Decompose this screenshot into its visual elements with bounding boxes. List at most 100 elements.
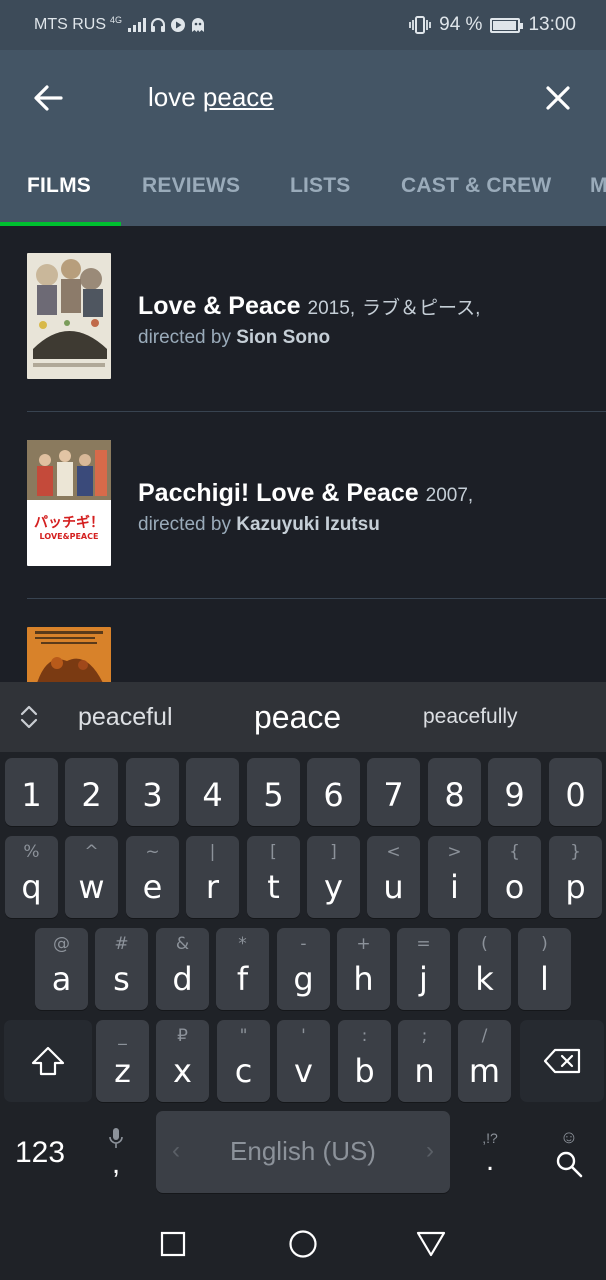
- film-result-row[interactable]: [0, 600, 606, 682]
- key-a[interactable]: @ a: [35, 928, 88, 1010]
- key-y[interactable]: ] y: [307, 836, 360, 918]
- key-secondary-label: ': [301, 1026, 306, 1046]
- search-input[interactable]: love peace: [148, 82, 274, 113]
- suggestion-bar: peaceful peace peacefully: [0, 682, 606, 752]
- search-key[interactable]: ☺: [536, 1112, 602, 1194]
- key-secondary-label: /: [481, 1026, 488, 1046]
- director-name[interactable]: Kazuyuki Izutsu: [236, 514, 380, 535]
- key-p[interactable]: } p: [549, 836, 602, 918]
- tab-films[interactable]: FILMS: [27, 174, 91, 198]
- key-b[interactable]: :b: [338, 1020, 391, 1102]
- home-button[interactable]: [283, 1224, 323, 1264]
- tab-cast-crew[interactable]: CAST & CREW: [401, 174, 551, 198]
- key-v[interactable]: ' v: [277, 1020, 330, 1102]
- key-label: z: [114, 1052, 131, 1090]
- key-t[interactable]: [t: [247, 836, 300, 918]
- key-label: o: [504, 868, 525, 906]
- key-label: c: [234, 1052, 253, 1090]
- key-label: d: [172, 960, 193, 998]
- back-nav-button[interactable]: [411, 1224, 451, 1264]
- key-label: n: [414, 1052, 435, 1090]
- key-z[interactable]: _ z: [96, 1020, 149, 1102]
- key-s[interactable]: # s: [95, 928, 148, 1010]
- key-u[interactable]: < u: [367, 836, 420, 918]
- tab-reviews[interactable]: REVIEWS: [142, 174, 240, 198]
- film-title-line: Love & Peace 2015, ラブ＆ピース,: [138, 292, 480, 321]
- key-n[interactable]: ; n: [398, 1020, 451, 1102]
- key-g[interactable]: -g: [277, 928, 330, 1010]
- microphone-icon: [109, 1128, 123, 1148]
- suggestion-peaceful[interactable]: peaceful: [78, 682, 173, 752]
- tab-lists[interactable]: LISTS: [290, 174, 351, 198]
- key-6[interactable]: 6: [307, 758, 360, 826]
- key-4[interactable]: 4: [186, 758, 239, 826]
- key-j[interactable]: = j: [397, 928, 450, 1010]
- key-secondary-label: ₽: [177, 1026, 188, 1046]
- key-label: m: [468, 1052, 501, 1090]
- comma-voice-key[interactable]: ,: [88, 1112, 144, 1194]
- carrier-label: MTS RUS: [34, 16, 106, 33]
- search-icon: [556, 1151, 583, 1178]
- key-8[interactable]: 8: [428, 758, 481, 826]
- battery-fill: [493, 20, 516, 30]
- status-right: 94 % 13:00: [409, 14, 576, 36]
- space-key-label: English (US): [230, 1136, 376, 1166]
- film-year: 2015,: [307, 298, 356, 319]
- poster-title-text: パッチギ！: [34, 515, 104, 531]
- suggestion-peacefully[interactable]: peacefully: [423, 682, 518, 752]
- key-k[interactable]: (k: [458, 928, 511, 1010]
- key-secondary-label: >: [447, 842, 462, 862]
- film-director-line: directed by Sion Sono: [138, 327, 480, 349]
- key-h[interactable]: + h: [337, 928, 390, 1010]
- suggestion-peace[interactable]: peace: [254, 682, 341, 752]
- space-key[interactable]: ‹ English (US) ›: [156, 1111, 450, 1193]
- key-7[interactable]: 7: [367, 758, 420, 826]
- key-1[interactable]: 1: [5, 758, 58, 826]
- film-result-row[interactable]: Love & Peace 2015, ラブ＆ピース, directed by S…: [0, 226, 606, 413]
- key-label: y: [324, 868, 343, 906]
- signal-icon: [128, 18, 147, 32]
- key-m[interactable]: / m: [458, 1020, 511, 1102]
- triangle-back-icon: [416, 1231, 446, 1257]
- key-c[interactable]: " c: [217, 1020, 270, 1102]
- key-r[interactable]: | r: [186, 836, 239, 918]
- shift-key[interactable]: [4, 1020, 92, 1102]
- clear-search-button[interactable]: [538, 78, 578, 118]
- search-results: Love & Peace 2015, ラブ＆ピース, directed by S…: [0, 226, 606, 682]
- key-e[interactable]: ~ e: [126, 836, 179, 918]
- key-secondary-label: ): [541, 934, 548, 954]
- network-type: 4G: [110, 15, 123, 25]
- key-f[interactable]: * f: [216, 928, 269, 1010]
- key-i[interactable]: > i: [428, 836, 481, 918]
- suggestion-expand-button[interactable]: [16, 704, 42, 730]
- recents-button[interactable]: [153, 1224, 193, 1264]
- result-divider: [27, 411, 606, 412]
- directed-by-label: directed by: [138, 327, 231, 348]
- key-2[interactable]: 2: [65, 758, 118, 826]
- key-q[interactable]: % q: [5, 836, 58, 918]
- film-info: Love & Peace 2015, ラブ＆ピース, directed by S…: [138, 292, 480, 349]
- key-d[interactable]: & d: [156, 928, 209, 1010]
- period-key[interactable]: ,!? .: [462, 1112, 518, 1194]
- film-result-row[interactable]: パッチギ！ LOVE&PEACE Pacchigi! Love & Peace …: [0, 413, 606, 600]
- result-divider: [27, 598, 606, 599]
- numbers-mode-key[interactable]: 123: [0, 1112, 80, 1194]
- key-o[interactable]: {o: [488, 836, 541, 918]
- key-l[interactable]: ) l: [518, 928, 571, 1010]
- key-label: t: [267, 868, 280, 906]
- tab-more-partial[interactable]: M: [590, 174, 606, 198]
- key-secondary-label: -: [300, 934, 307, 954]
- key-w[interactable]: ^ w: [65, 836, 118, 918]
- key-secondary-label: *: [238, 934, 247, 954]
- key-secondary-label: &: [175, 934, 190, 954]
- key-x[interactable]: ₽ x: [156, 1020, 209, 1102]
- backspace-key[interactable]: [520, 1020, 604, 1102]
- back-button[interactable]: [28, 78, 68, 118]
- key-0[interactable]: 0: [549, 758, 602, 826]
- director-name[interactable]: Sion Sono: [236, 327, 330, 348]
- key-3[interactable]: 3: [126, 758, 179, 826]
- key-5[interactable]: 5: [247, 758, 300, 826]
- key-secondary-label: ^: [84, 842, 99, 862]
- key-9[interactable]: 9: [488, 758, 541, 826]
- key-label: q: [21, 868, 42, 906]
